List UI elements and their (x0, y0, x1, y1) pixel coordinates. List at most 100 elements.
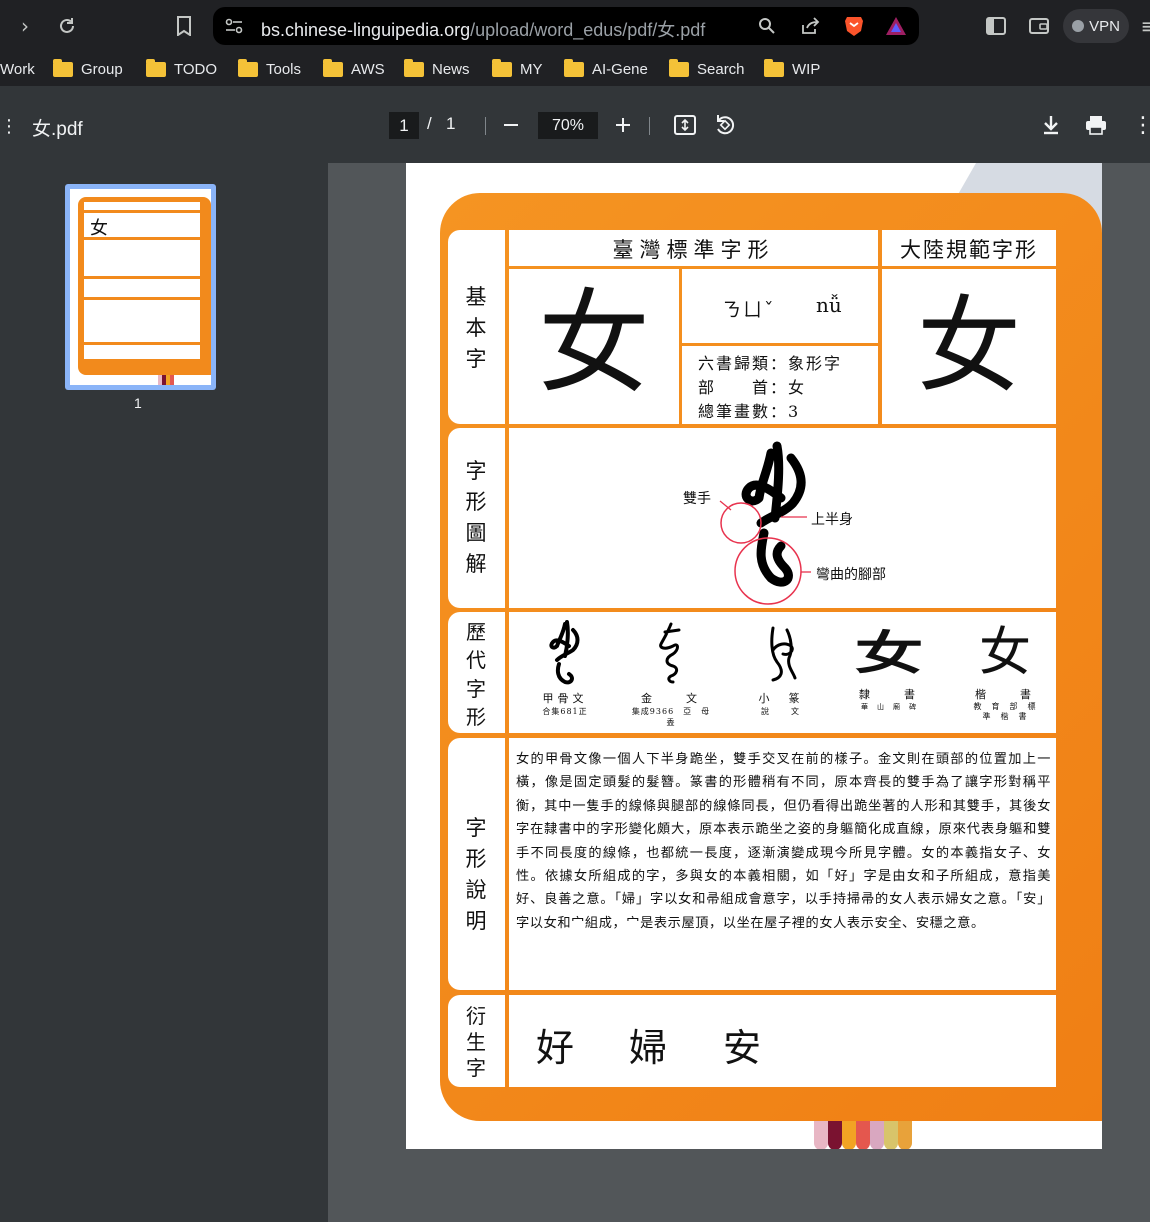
label-cell-history: 歷代字形 (448, 612, 505, 733)
label-basic: 基本字 (465, 285, 487, 372)
pdf-menu-icon[interactable]: ⋮ (0, 116, 18, 137)
pdf-page: 基本字 字形圖解 歷代字形 字形說明 衍生字 臺灣標準字形 大陸規範字形 女 ㄋ… (406, 163, 1102, 1149)
label-cell-basic: 基本字 (448, 230, 505, 424)
zoom-input[interactable]: 70% (538, 112, 598, 139)
header-cell-tw: 臺灣標準字形 (509, 230, 878, 266)
bookmark-group[interactable]: Group (53, 58, 123, 79)
derived-char-hao: 好 (536, 1026, 575, 1070)
reload-icon[interactable] (54, 13, 80, 39)
page-separator: / (427, 114, 432, 133)
url-host: bs.chinese-linguipedia.org (261, 20, 471, 40)
label-explain: 字形說明 (465, 816, 487, 934)
bookmark-my[interactable]: MY (492, 58, 543, 79)
url-text[interactable]: bs.chinese-linguipedia.org/upload/word_e… (261, 16, 705, 42)
label-cell-diagram: 字形圖解 (448, 428, 505, 608)
page-stripes (814, 1118, 912, 1149)
cn-standard-char: 女 (916, 285, 1021, 407)
bookmark-label: WIP (792, 60, 821, 78)
bookmark-wip[interactable]: WIP (764, 58, 821, 79)
wallet-icon[interactable] (1026, 13, 1052, 39)
more-options-icon[interactable]: ⋮ (1130, 111, 1150, 139)
history-source: 集成9366 亞 母 盉 (631, 707, 720, 727)
bookmark-search[interactable]: Search (669, 58, 745, 79)
history-script-name: 甲骨文 (542, 692, 588, 705)
bookmark-ai-gene[interactable]: AI-Gene (564, 58, 648, 79)
bookmark-aws[interactable]: AWS (323, 58, 385, 79)
bookmark-news[interactable]: News (404, 58, 470, 79)
thumbnail-page-number: 1 (134, 395, 142, 411)
zoom-search-icon[interactable] (754, 13, 780, 39)
history-cell: 甲骨文 合集681正 金 文 集成9366 亞 母 盉 小 篆 說 文 女 隸 … (509, 612, 1056, 733)
divider (485, 117, 486, 135)
brave-shield-icon[interactable] (841, 13, 867, 39)
forward-icon[interactable]: › (12, 13, 38, 39)
bronze-glyph-icon (659, 622, 681, 684)
tw-char-cell: 女 (509, 269, 679, 424)
radical: 部 首：女 (698, 378, 807, 397)
print-icon[interactable] (1083, 111, 1109, 139)
pinyin: nǚ (816, 293, 842, 317)
folder-icon (53, 58, 73, 77)
folder-icon (323, 58, 343, 77)
history-script-name: 金 文 (641, 692, 701, 705)
folder-icon (669, 58, 689, 77)
site-settings-icon[interactable] (221, 13, 247, 39)
fit-page-icon[interactable] (672, 111, 698, 139)
page-thumbnail[interactable]: 女 (65, 184, 216, 390)
label-diagram: 字形圖解 (465, 459, 487, 577)
address-bar[interactable]: bs.chinese-linguipedia.org/upload/word_e… (213, 7, 919, 45)
header-taiwan-standard: 臺灣標準字形 (612, 238, 775, 262)
folder-icon (146, 58, 166, 77)
download-icon[interactable] (1038, 111, 1064, 139)
history-source: 華 山 廟 碑 (861, 703, 917, 711)
bookmark-label: AWS (351, 60, 385, 78)
header-mainland-standard: 大陸規範字形 (900, 238, 1038, 262)
history-item-seal: 小 篆 說 文 (741, 620, 821, 717)
history-item-regular: 女 楷 書 教 育 部 標 準 楷 書 (967, 620, 1046, 723)
bookmark-work[interactable]: Work (0, 59, 35, 79)
pdf-title: 女.pdf (32, 119, 83, 140)
bookmark-label: Tools (266, 60, 302, 78)
bookmark-label: News (432, 60, 470, 78)
zoom-out-button[interactable] (498, 111, 524, 139)
history-source: 合集681正 (542, 707, 588, 716)
bookmark-label: MY (520, 60, 543, 78)
bookmark-tools[interactable]: Tools (238, 58, 302, 79)
oracle-bone-glyph-icon (549, 620, 580, 685)
annotation-upper-body: 上半身 (811, 512, 853, 528)
folder-icon (238, 58, 258, 77)
browser-toolbar: › bs.chinese-linguipedia.org/upload/word… (0, 0, 1150, 52)
derived-cell: 好 婦 安 (509, 995, 1056, 1087)
explanation-text: 女的甲骨文像一個人下半身跪坐，雙手交叉在前的樣子。金文則在頭部的位置加上一橫，像… (516, 752, 1051, 931)
derived-char-fu: 婦 (629, 1026, 668, 1070)
history-item-oracle: 甲骨文 合集681正 (527, 620, 603, 717)
menu-icon[interactable]: ≡ (1136, 13, 1150, 39)
history-script-name: 小 篆 (758, 692, 804, 705)
annotation-hands: 雙手 (683, 491, 711, 507)
vpn-label: VPN (1089, 17, 1120, 35)
brave-rewards-icon[interactable] (883, 13, 909, 39)
history-source: 說 文 (761, 707, 801, 716)
vpn-button[interactable]: VPN (1063, 9, 1129, 43)
bookmark-label: Work (0, 60, 35, 78)
explanation-cell: 女的甲骨文像一個人下半身跪坐，雙手交叉在前的樣子。金文則在頭部的位置加上一橫，像… (509, 738, 1056, 990)
history-item-bronze: 金 文 集成9366 亞 母 盉 (631, 620, 720, 728)
share-icon[interactable] (797, 13, 823, 39)
divider (649, 117, 650, 135)
pronunciation-cell: ㄋㄩˇ nǚ (682, 269, 878, 343)
rotate-icon[interactable] (712, 111, 738, 139)
history-source: 教 育 部 標 準 楷 書 (973, 702, 1046, 722)
regular-glyph: 女 (978, 623, 1031, 683)
sidebar-toggle-icon[interactable] (983, 13, 1009, 39)
bookmark-label: Search (697, 60, 745, 78)
zoom-in-button[interactable] (610, 111, 636, 139)
label-cell-explain: 字形說明 (448, 738, 505, 990)
bookmark-todo[interactable]: TODO (146, 58, 217, 79)
bookmark-icon[interactable] (171, 13, 197, 39)
bopomofo: ㄋㄩˇ (722, 299, 776, 321)
label-cell-derived: 衍生字 (448, 995, 505, 1087)
page-number-input[interactable]: 1 (389, 112, 419, 139)
pdf-toolbar: ⋮ 女.pdf 1 / 1 70% ⋮ (0, 86, 1150, 163)
header-cell-cn: 大陸規範字形 (882, 230, 1056, 266)
thumbnail-image: 女 (70, 189, 211, 385)
